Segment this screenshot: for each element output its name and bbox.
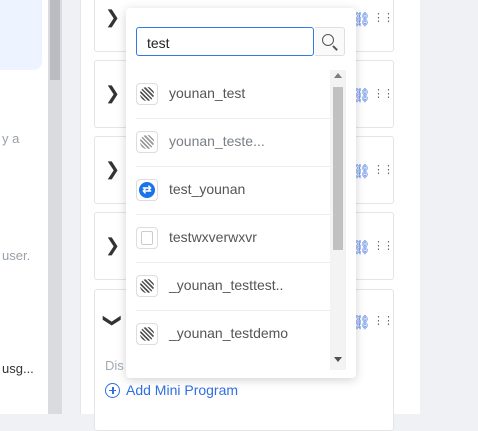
item-label: test_younan [169,181,246,197]
drag-handle-icon[interactable]: ⋮⋮ [373,11,394,24]
drag-handle-icon[interactable]: ⋮⋮ [373,314,394,327]
right-background [420,0,478,414]
drag-handle-icon[interactable]: ⋮⋮ [373,163,394,176]
left-scrollbar-thumb[interactable] [50,0,60,80]
add-mini-program-button[interactable]: Add Mini Program [105,382,238,398]
qr-avatar-icon [140,87,154,101]
list-item[interactable]: younan_test [136,70,330,119]
chevron-down-icon[interactable]: ❯ [102,313,123,328]
search-icon [322,34,334,46]
list-item[interactable]: ⇄ test_younan [136,166,330,215]
item-label: younan_teste... [169,133,265,149]
avatar [136,323,158,345]
display-text: Dis [105,358,124,373]
list-item[interactable]: testwxverwxvr [136,214,330,263]
avatar [136,83,158,105]
scroll-up-arrow-icon[interactable] [334,73,342,78]
drag-handle-icon[interactable]: ⋮⋮ [373,87,394,100]
avatar [136,275,158,297]
chevron-right-icon[interactable]: ❯ [105,235,120,256]
left-info-card [0,0,42,70]
search-input-value[interactable]: test [147,35,170,51]
chevron-right-icon[interactable]: ❯ [105,159,120,180]
app-logo-icon: ⇄ [139,182,155,198]
left-snippet: user. [2,248,31,263]
drag-handle-icon[interactable]: ⋮⋮ [373,239,394,252]
qr-avatar-icon [140,327,154,341]
plus-circle-icon [105,382,120,398]
chevron-right-icon[interactable]: ❯ [105,7,120,28]
avatar [136,131,158,153]
left-snippet: usg... [2,361,34,376]
avatar: ⇄ [136,179,158,201]
results-scrollbar-thumb[interactable] [333,87,343,250]
list-item[interactable]: _younan_testdemo [136,310,330,358]
chevron-right-icon[interactable]: ❯ [105,83,120,104]
qr-avatar-icon [140,279,154,293]
qr-avatar-icon [140,135,154,149]
list-item[interactable]: _younan_testtest.. [136,262,330,311]
search-results-list: younan_test younan_teste... ⇄ test_youna… [126,70,330,370]
blank-avatar-icon [141,231,153,245]
search-icon-handle [332,45,338,51]
item-label: _younan_testtest.. [169,277,284,293]
avatar [136,227,158,249]
scroll-down-arrow-icon[interactable] [334,357,342,362]
left-snippet: y a [2,131,20,146]
add-mini-program-label: Add Mini Program [126,382,239,398]
item-label: younan_test [169,85,246,101]
item-label: _younan_testdemo [169,325,289,341]
list-item[interactable]: younan_teste... [136,118,330,167]
search-button[interactable] [315,27,345,56]
item-label: testwxverwxvr [169,229,257,245]
